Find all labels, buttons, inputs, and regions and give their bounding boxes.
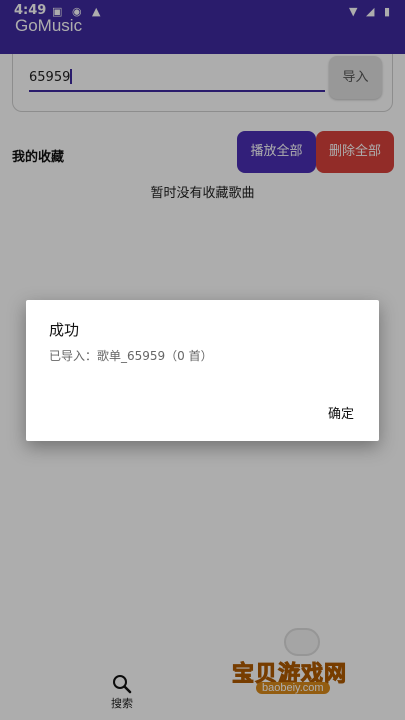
success-dialog: 成功 已导入：歌单_65959（0 首） 确定 xyxy=(26,300,379,441)
dialog-ok-button[interactable]: 确定 xyxy=(319,400,363,430)
dialog-title: 成功 xyxy=(49,321,80,339)
dialog-message: 已导入：歌单_65959（0 首） xyxy=(49,349,213,363)
